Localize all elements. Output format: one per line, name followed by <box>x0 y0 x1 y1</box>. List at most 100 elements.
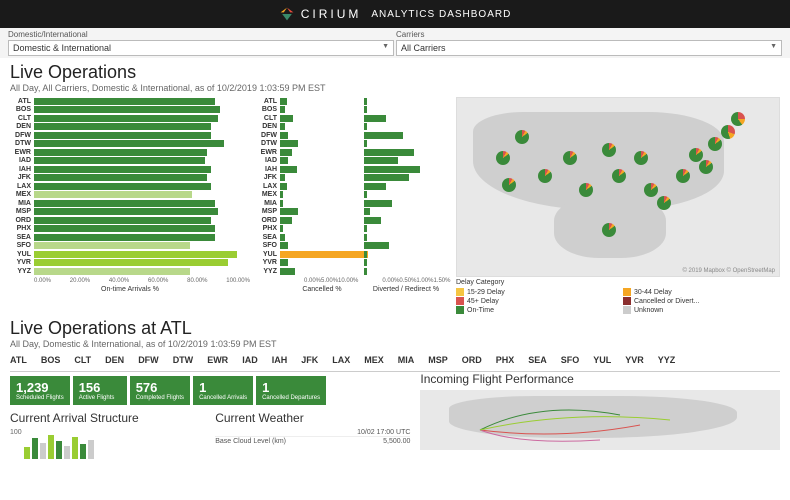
tab-yul[interactable]: YUL <box>593 355 611 367</box>
divert-bar[interactable] <box>364 268 367 275</box>
tab-lax[interactable]: LAX <box>332 355 350 367</box>
divert-bar[interactable] <box>364 208 370 215</box>
divert-bar[interactable] <box>364 115 386 122</box>
tab-ewr[interactable]: EWR <box>207 355 228 367</box>
tab-msp[interactable]: MSP <box>428 355 448 367</box>
tab-mex[interactable]: MEX <box>364 355 384 367</box>
divert-bar[interactable] <box>364 234 367 241</box>
cancel-bar[interactable] <box>280 115 293 122</box>
ontime-bar[interactable] <box>34 157 205 164</box>
tab-yyz[interactable]: YYZ <box>658 355 676 367</box>
filter-domestic-select[interactable]: Domestic & International <box>8 40 394 56</box>
tab-atl[interactable]: ATL <box>10 355 27 367</box>
stat-card[interactable]: 1Cancelled Arrivals <box>193 376 253 405</box>
cancel-bar[interactable] <box>280 259 288 266</box>
cancel-bar[interactable] <box>280 200 283 207</box>
ontime-bar[interactable] <box>34 200 215 207</box>
ontime-bar[interactable] <box>34 166 211 173</box>
tab-yvr[interactable]: YVR <box>625 355 644 367</box>
cancel-bar[interactable] <box>280 132 288 139</box>
divert-bar[interactable] <box>364 242 389 249</box>
cancel-bar[interactable] <box>280 98 287 105</box>
ontime-bar[interactable] <box>34 225 215 232</box>
tab-iah[interactable]: IAH <box>272 355 288 367</box>
divert-bar[interactable] <box>364 225 367 232</box>
map-canvas[interactable]: © 2019 Mapbox © OpenStreetMap <box>456 97 780 277</box>
stat-card[interactable]: 576Completed Flights <box>130 376 190 405</box>
ontime-bar[interactable] <box>34 242 190 249</box>
divert-bar[interactable] <box>364 166 420 173</box>
ontime-bar[interactable] <box>34 268 190 275</box>
ontime-bar[interactable] <box>34 123 211 130</box>
tab-phx[interactable]: PHX <box>496 355 515 367</box>
tab-iad[interactable]: IAD <box>242 355 258 367</box>
divert-bar[interactable] <box>364 140 367 147</box>
divert-bar[interactable] <box>364 259 367 266</box>
cancel-bar[interactable] <box>280 208 298 215</box>
map-pie[interactable] <box>602 143 616 157</box>
divert-bar[interactable] <box>364 157 398 164</box>
cancel-bar[interactable] <box>280 106 285 113</box>
ontime-bar[interactable] <box>34 217 211 224</box>
tab-mia[interactable]: MIA <box>398 355 415 367</box>
cancel-bar[interactable] <box>280 123 285 130</box>
tab-bos[interactable]: BOS <box>41 355 61 367</box>
tab-clt[interactable]: CLT <box>74 355 91 367</box>
incoming-map[interactable] <box>420 390 780 450</box>
filter-carriers-select[interactable]: All Carriers <box>396 40 782 56</box>
ontime-bar[interactable] <box>34 149 207 156</box>
stat-card[interactable]: 1,239Scheduled Flights <box>10 376 70 405</box>
cancel-bar[interactable] <box>280 234 285 241</box>
cancel-bar[interactable] <box>280 157 288 164</box>
stat-card[interactable]: 156Active Flights <box>73 376 127 405</box>
map-pie[interactable] <box>612 169 626 183</box>
tab-dfw[interactable]: DFW <box>138 355 159 367</box>
ontime-bar[interactable] <box>34 174 207 181</box>
tab-sea[interactable]: SEA <box>528 355 547 367</box>
map-pie[interactable] <box>689 148 703 162</box>
map-pie[interactable] <box>538 169 552 183</box>
ontime-bar[interactable] <box>34 234 215 241</box>
divert-bar[interactable] <box>364 123 367 130</box>
divert-bar[interactable] <box>364 200 392 207</box>
ontime-bar[interactable] <box>34 106 220 113</box>
cancel-bar[interactable] <box>280 149 292 156</box>
divert-bar[interactable] <box>364 106 367 113</box>
map-pie[interactable] <box>496 151 510 165</box>
map-pie[interactable] <box>602 223 616 237</box>
divert-bar[interactable] <box>364 183 386 190</box>
divert-bar[interactable] <box>364 149 414 156</box>
cancel-bar[interactable] <box>280 183 287 190</box>
tab-jfk[interactable]: JFK <box>301 355 318 367</box>
cancel-bar[interactable] <box>280 225 283 232</box>
ontime-bar[interactable] <box>34 183 211 190</box>
divert-bar[interactable] <box>364 251 367 258</box>
cancel-bar[interactable] <box>280 166 297 173</box>
tab-dtw[interactable]: DTW <box>173 355 194 367</box>
divert-bar[interactable] <box>364 191 367 198</box>
divert-bar[interactable] <box>364 174 409 181</box>
tab-den[interactable]: DEN <box>105 355 124 367</box>
map-pie[interactable] <box>515 130 529 144</box>
divert-bar[interactable] <box>364 217 381 224</box>
ontime-bar[interactable] <box>34 140 224 147</box>
cancel-bar[interactable] <box>280 191 283 198</box>
ontime-bar[interactable] <box>34 98 215 105</box>
cancel-bar[interactable] <box>280 140 298 147</box>
divert-bar[interactable] <box>364 98 367 105</box>
map-pie[interactable] <box>721 125 735 139</box>
map-pie[interactable] <box>731 112 745 126</box>
tab-sfo[interactable]: SFO <box>561 355 580 367</box>
ontime-bar[interactable] <box>34 208 218 215</box>
ontime-bar[interactable] <box>34 115 218 122</box>
cancel-bar[interactable] <box>280 268 295 275</box>
cancel-bar[interactable] <box>280 242 288 249</box>
stat-card[interactable]: 1Cancelled Departures <box>256 376 326 405</box>
map-pie[interactable] <box>699 160 713 174</box>
tab-ord[interactable]: ORD <box>462 355 482 367</box>
ontime-bar[interactable] <box>34 191 192 198</box>
cancel-bar[interactable] <box>280 174 285 181</box>
ontime-bar[interactable] <box>34 251 237 258</box>
ontime-bar[interactable] <box>34 259 228 266</box>
divert-bar[interactable] <box>364 132 403 139</box>
